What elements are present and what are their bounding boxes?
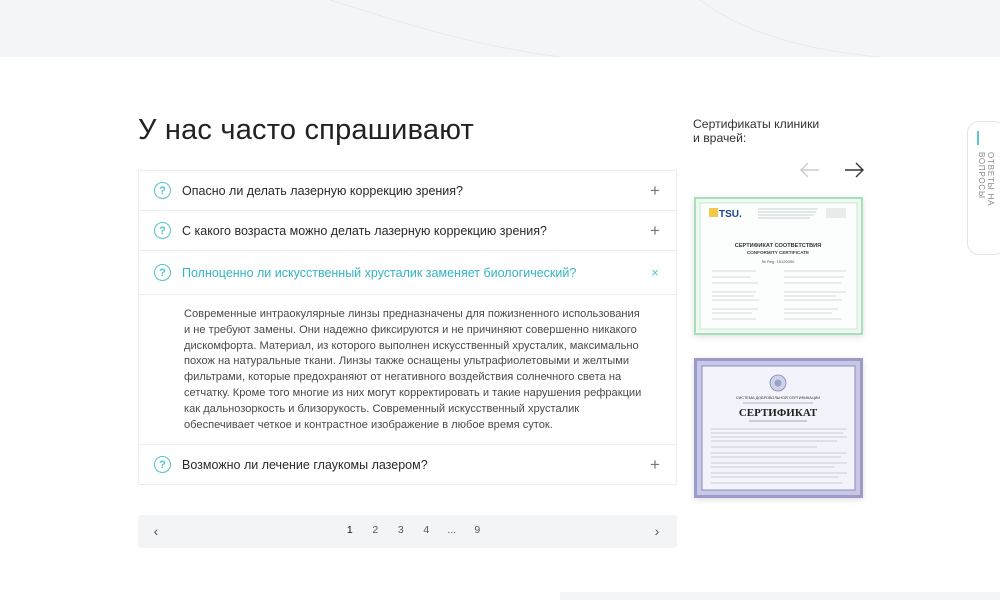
question-circle-icon: ? bbox=[154, 222, 171, 239]
top-band bbox=[0, 0, 1000, 57]
arrow-right-icon[interactable] bbox=[843, 160, 865, 180]
page-link[interactable]: 9 bbox=[465, 524, 491, 536]
certificate-tsu-image: TSU. СЕРТИФИКАТ СООТВЕТСТВИЯ CONFORMITY … bbox=[696, 199, 861, 333]
cert-number: № Reg. 15120090 bbox=[762, 259, 796, 264]
faq-item[interactable]: ? Опасно ли делать лазерную коррекцию зр… bbox=[139, 171, 676, 211]
side-tab-label[interactable]: ОТВЕТЫ НА ВОПРОСЫ bbox=[977, 152, 995, 254]
question-circle-icon: ? bbox=[154, 456, 171, 474]
faq-side-tab[interactable]: ОТВЕТЫ НА ВОПРОСЫ bbox=[967, 121, 1000, 255]
faq-question[interactable]: Полноценно ли искусственный хрусталик за… bbox=[182, 266, 648, 280]
page-link[interactable]: 2 bbox=[363, 524, 389, 536]
certificates-title-line: и врачей: bbox=[693, 131, 747, 145]
arrow-left-icon[interactable] bbox=[799, 160, 821, 180]
faq-question-row[interactable]: ? Возможно ли лечение глаукомы лазером? … bbox=[139, 445, 676, 484]
cert-system-line: СИСТЕМА ДОБРОВОЛЬНОЙ СЕРТИФИКАЦИИ bbox=[736, 396, 820, 400]
page-link[interactable]: 3 bbox=[388, 524, 414, 536]
question-circle-icon: ? bbox=[154, 182, 171, 199]
faq-question[interactable]: Опасно ли делать лазерную коррекцию зрен… bbox=[182, 184, 648, 198]
decorative-lines bbox=[329, 0, 881, 57]
tsu-logo-text: TSU. bbox=[719, 209, 742, 220]
pagination: ‹ 1 2 3 4 ... 9 › bbox=[138, 515, 677, 548]
certificate-system-image: СИСТЕМА ДОБРОВОЛЬНОЙ СЕРТИФИКАЦИИ СЕРТИФ… bbox=[697, 361, 860, 495]
page-ellipsis: ... bbox=[447, 524, 457, 536]
close-icon[interactable]: × bbox=[648, 266, 662, 280]
question-circle-icon: ? bbox=[154, 264, 171, 281]
faq-question-row[interactable]: ? Полноценно ли искусственный хрусталик … bbox=[139, 251, 676, 295]
side-tab-marker bbox=[977, 131, 979, 145]
certificate-card[interactable]: TSU. СЕРТИФИКАТ СООТВЕТСТВИЯ CONFORMITY … bbox=[694, 197, 863, 335]
plus-icon[interactable]: + bbox=[648, 456, 662, 473]
bottom-band bbox=[560, 592, 1000, 600]
page-link-current[interactable]: 1 bbox=[337, 524, 363, 536]
faq-question-row[interactable]: ? Опасно ли делать лазерную коррекцию зр… bbox=[139, 171, 676, 210]
faq-title: У нас часто спрашивают bbox=[138, 114, 474, 146]
cert-heading-en: CONFORMITY CERTIFICATE bbox=[747, 250, 809, 255]
faq-answer: Современные интраокулярные линзы предназ… bbox=[184, 308, 642, 431]
plus-icon[interactable]: + bbox=[648, 182, 662, 199]
certificate-card[interactable]: СИСТЕМА ДОБРОВОЛЬНОЙ СЕРТИФИКАЦИИ СЕРТИФ… bbox=[694, 358, 863, 498]
faq-item-expanded[interactable]: ? Полноценно ли искусственный хрусталик … bbox=[139, 251, 676, 446]
plus-icon[interactable]: + bbox=[648, 222, 662, 239]
faq-question[interactable]: С какого возраста можно делать лазерную … bbox=[182, 224, 648, 238]
certificates-title: Сертификаты клиники и врачей: bbox=[693, 117, 819, 145]
chevron-right-icon[interactable]: › bbox=[649, 523, 665, 539]
faq-list: ? Опасно ли делать лазерную коррекцию зр… bbox=[138, 170, 677, 486]
chevron-left-icon[interactable]: ‹ bbox=[148, 523, 164, 539]
faq-item[interactable]: ? С какого возраста можно делать лазерну… bbox=[139, 211, 676, 251]
page-link[interactable]: 4 bbox=[414, 524, 440, 536]
certificates-title-line: Сертификаты клиники bbox=[693, 117, 820, 131]
cert-heading: СЕРТИФИКАТ СООТВЕТСТВИЯ bbox=[735, 243, 821, 249]
faq-question[interactable]: Возможно ли лечение глаукомы лазером? bbox=[182, 458, 648, 472]
faq-item[interactable]: ? Возможно ли лечение глаукомы лазером? … bbox=[139, 445, 676, 484]
cert-title-text: СЕРТИФИКАТ bbox=[739, 407, 818, 419]
faq-question-row[interactable]: ? С какого возраста можно делать лазерну… bbox=[139, 211, 676, 250]
page-numbers: 1 2 3 4 ... 9 bbox=[337, 524, 490, 536]
